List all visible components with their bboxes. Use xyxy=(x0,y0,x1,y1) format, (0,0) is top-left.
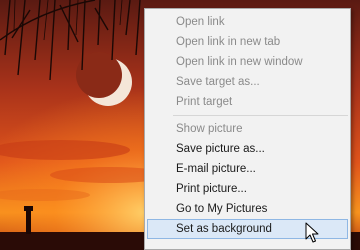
menu-item-email-picture[interactable]: E-mail picture... xyxy=(145,159,350,179)
context-menu: Open link Open link in new tab Open link… xyxy=(144,8,351,250)
menu-item-go-to-my-pictures[interactable]: Go to My Pictures xyxy=(145,199,350,219)
menu-item-print-picture[interactable]: Print picture... xyxy=(145,179,350,199)
menu-item-print-target[interactable]: Print target xyxy=(145,92,350,112)
menu-item-save-target-as[interactable]: Save target as... xyxy=(145,72,350,92)
menu-item-open-link-new-tab[interactable]: Open link in new tab xyxy=(145,32,350,52)
arrow-pointer-icon xyxy=(305,222,319,243)
desktop-screen: Open link Open link in new tab Open link… xyxy=(0,0,360,250)
menu-item-open-link-new-window[interactable]: Open link in new window xyxy=(145,52,350,72)
menu-item-show-picture[interactable]: Show picture xyxy=(145,119,350,139)
menu-separator xyxy=(173,115,348,116)
menu-item-save-picture-as[interactable]: Save picture as... xyxy=(145,139,350,159)
menu-item-open-link[interactable]: Open link xyxy=(145,12,350,32)
